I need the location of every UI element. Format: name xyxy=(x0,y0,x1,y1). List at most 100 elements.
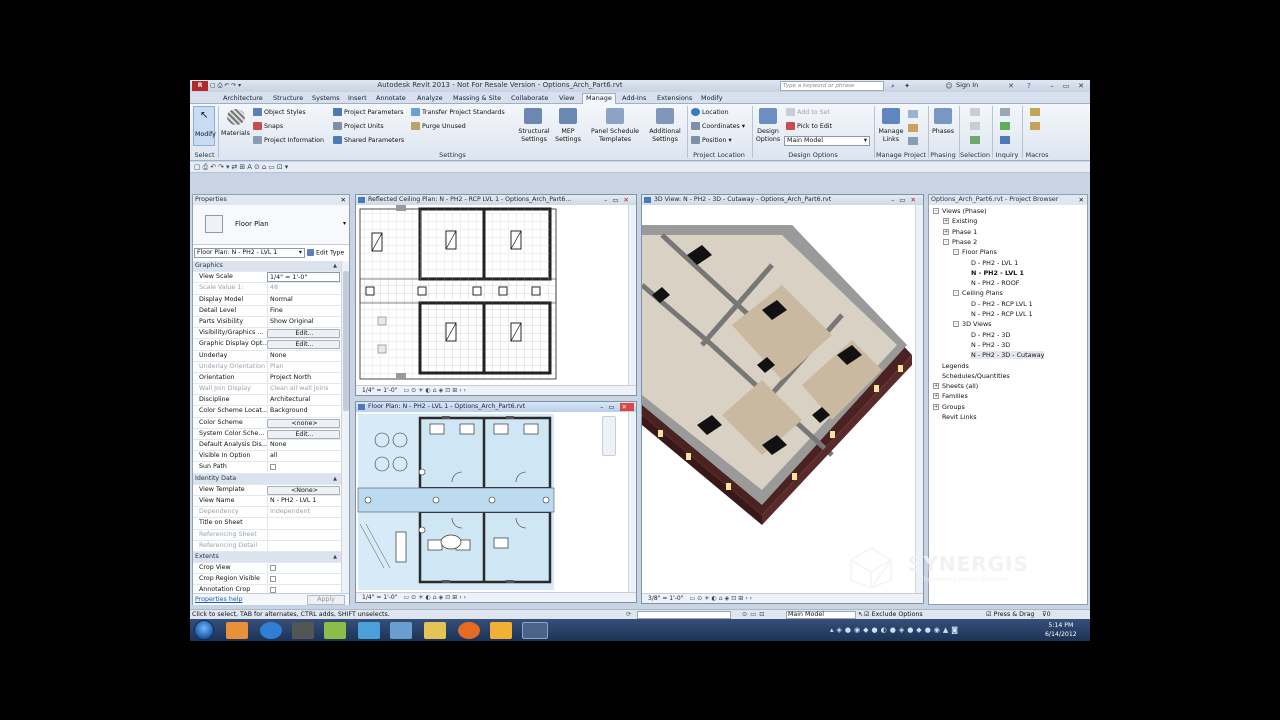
app-icon[interactable] xyxy=(292,622,314,639)
tab-view[interactable]: View xyxy=(556,94,577,104)
view-window-controls[interactable]: –▭✕ xyxy=(600,402,634,412)
edit-type-button[interactable]: Edit Type xyxy=(307,249,344,257)
browser-node[interactable]: + Groups xyxy=(933,403,965,411)
collapse-icon[interactable]: - xyxy=(953,321,959,328)
status-tool-icons[interactable]: ⊙▭⊡ xyxy=(742,610,768,619)
browser-node[interactable]: D - PH2 - RCP LVL 1 xyxy=(971,300,1033,308)
view-scrollbar-vertical[interactable] xyxy=(628,412,636,594)
exclude-options-checkbox[interactable]: ☑ Exclude Options xyxy=(864,610,923,619)
tab-annotate[interactable]: Annotate xyxy=(373,94,409,104)
firefox-icon[interactable] xyxy=(458,622,480,639)
search-input[interactable]: Type a keyword or phrase xyxy=(780,81,884,91)
system-tray-icons[interactable]: ▴◈●◉◆●◐●◈●◆●◉▲◙ xyxy=(830,626,961,634)
macro-security-icon[interactable] xyxy=(1030,122,1040,130)
select-by-id-icon[interactable] xyxy=(1000,122,1010,130)
view-control-icons[interactable]: ▭⊙☀◐⌂◈⊡⊞‹› xyxy=(403,594,468,601)
browser-node[interactable]: Schedules/Quantities xyxy=(933,372,1010,380)
expand-icon[interactable]: + xyxy=(943,218,949,225)
object-styles-button[interactable]: Object Styles xyxy=(253,108,306,116)
browser-node[interactable]: Legends xyxy=(933,362,969,370)
view-window-controls[interactable]: –▭✕ xyxy=(891,195,921,205)
property-value[interactable]: None xyxy=(267,440,340,450)
collapse-icon[interactable]: ▲ xyxy=(333,261,337,271)
property-value[interactable]: Architectural xyxy=(267,395,340,406)
property-value[interactable]: Fine xyxy=(267,305,340,316)
browser-node[interactable]: N - PH2 - RCP LVL 1 xyxy=(971,310,1033,318)
view-window-floor-plan[interactable]: Floor Plan: N - PH2 - LVL 1 - Options_Ar… xyxy=(355,401,637,603)
browser-node[interactable]: N - PH2 - 3D - Cutaway xyxy=(971,351,1045,360)
additional-settings-button[interactable]: Additional Settings xyxy=(645,106,685,150)
collapse-icon[interactable]: - xyxy=(933,208,939,214)
property-edit-button[interactable]: Edit... xyxy=(267,429,340,439)
tab-analyze[interactable]: Analyze xyxy=(414,94,446,104)
collapse-icon[interactable]: ▲ xyxy=(333,552,337,562)
collapse-icon[interactable]: - xyxy=(953,249,959,256)
properties-help-link[interactable]: Properties help xyxy=(195,596,242,603)
quick-access-toolbar[interactable]: ▢⎙↶↷▾⇄⊞A⊙⌂▭⊡▾ xyxy=(190,162,1090,173)
properties-section[interactable]: Identity Data ▲ xyxy=(193,473,341,485)
view-scrollbar-vertical[interactable] xyxy=(628,205,636,387)
expand-icon[interactable]: + xyxy=(933,403,939,410)
browser-node[interactable]: D - PH2 - LVL 1 xyxy=(971,259,1018,267)
worksharing-icon[interactable]: ⟳ xyxy=(626,610,631,619)
property-checkbox[interactable] xyxy=(270,464,276,471)
collapse-icon[interactable]: - xyxy=(943,238,949,245)
status-design-option-select[interactable]: Main Model xyxy=(786,611,856,619)
tab-massing-site[interactable]: Massing & Site xyxy=(450,94,504,104)
browser-node[interactable]: N - PH2 - ROOF xyxy=(971,279,1019,287)
property-edit-button[interactable]: <none> xyxy=(267,418,340,428)
filter-icon[interactable]: ⊽0 xyxy=(1042,610,1051,619)
browser-node[interactable]: N - PH2 - LVL 1 xyxy=(971,269,1024,277)
notepad-icon[interactable] xyxy=(324,622,346,639)
browser-node[interactable]: - Views (Phase) xyxy=(933,207,987,215)
position-button[interactable]: Position ▾ xyxy=(691,136,732,144)
view-window-rcp[interactable]: Reflected Ceiling Plan: N - PH2 - RCP LV… xyxy=(355,194,637,396)
add-to-set-button[interactable]: Add to Set xyxy=(786,108,830,116)
design-option-select[interactable]: Main Model ▾ xyxy=(784,136,870,146)
pick-to-edit-button[interactable]: Pick to Edit xyxy=(786,122,832,130)
browser-node[interactable]: + Families xyxy=(933,392,968,400)
minimize-button[interactable]: – xyxy=(1045,81,1059,91)
close-icon[interactable]: ✕ xyxy=(1079,195,1084,205)
property-value[interactable]: 1/4" = 1'-0" xyxy=(267,272,340,283)
folder-icon[interactable] xyxy=(424,622,446,639)
browser-node[interactable]: - Ceiling Plans xyxy=(953,289,1003,297)
browser-node[interactable]: Revit Links xyxy=(933,413,977,421)
expand-icon[interactable]: + xyxy=(933,383,939,390)
shared-parameters-button[interactable]: Shared Parameters xyxy=(333,136,404,144)
properties-section[interactable]: Graphics ▲ xyxy=(193,261,341,273)
location-button[interactable]: Location xyxy=(691,108,729,116)
tab-architecture[interactable]: Architecture xyxy=(220,94,266,104)
property-checkbox[interactable] xyxy=(270,565,276,572)
tab-extensions[interactable]: Extensions xyxy=(654,94,695,104)
user-icon[interactable]: ☺ xyxy=(944,81,954,91)
subscription-icon[interactable]: ✦ xyxy=(902,81,912,91)
navigation-bar[interactable] xyxy=(602,416,616,456)
view3d-scale[interactable]: 3/8" = 1'-0" xyxy=(648,595,683,602)
structural-settings-button[interactable]: Structural Settings xyxy=(516,106,550,150)
close-icon[interactable]: ✕ xyxy=(341,195,346,205)
snaps-button[interactable]: Snaps xyxy=(253,122,283,130)
sign-in-link[interactable]: Sign In xyxy=(956,81,978,89)
panel-schedule-templates-button[interactable]: Panel Schedule Templates xyxy=(588,106,642,150)
property-value[interactable]: Show Original xyxy=(267,316,340,327)
outlook-icon[interactable] xyxy=(490,622,512,639)
tab-add-ins[interactable]: Add-Ins xyxy=(619,94,649,104)
browser-node[interactable]: - Phase 2 xyxy=(943,238,977,246)
property-edit-button[interactable]: <None> xyxy=(267,485,340,495)
property-value[interactable]: N - PH2 - LVL 1 xyxy=(267,495,340,506)
project-parameters-button[interactable]: Project Parameters xyxy=(333,108,404,116)
property-value[interactable]: None xyxy=(267,350,340,361)
exchange-icon[interactable]: ✕ xyxy=(1006,81,1016,91)
tab-manage[interactable]: Manage xyxy=(582,93,616,104)
decal-types-icon[interactable] xyxy=(908,124,918,132)
tab-collaborate[interactable]: Collaborate xyxy=(508,94,551,104)
starting-view-icon[interactable] xyxy=(908,110,918,118)
collapse-icon[interactable]: ▲ xyxy=(333,474,337,484)
browser-node[interactable]: - Floor Plans xyxy=(953,248,997,256)
start-button[interactable] xyxy=(194,620,214,640)
view-control-icons[interactable]: ▭⊙☀◐⌂◈⊡⊞‹› xyxy=(403,387,468,394)
properties-section[interactable]: Extents ▲ xyxy=(193,551,341,564)
browser-node[interactable]: + Sheets (all) xyxy=(933,382,978,390)
tab-insert[interactable]: Insert xyxy=(345,94,370,104)
